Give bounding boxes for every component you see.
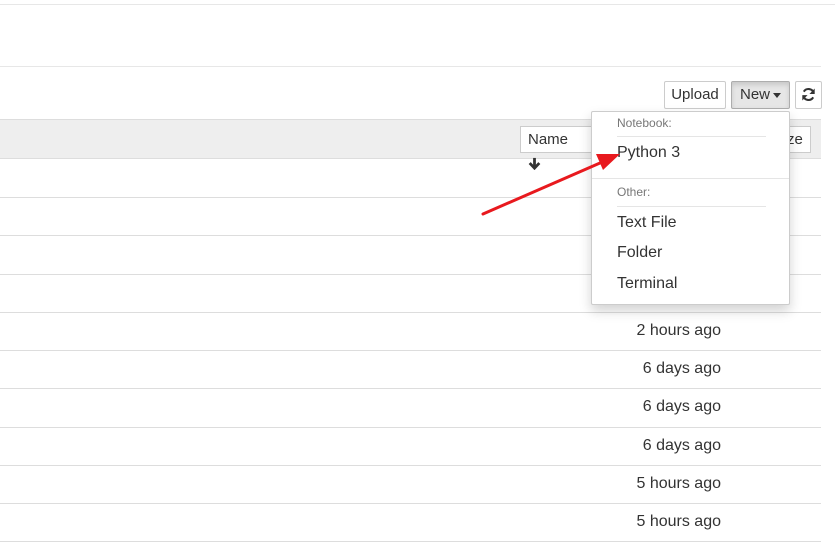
list-item[interactable]: 2 hours ago: [0, 313, 821, 351]
header-divider: [0, 66, 821, 67]
new-button[interactable]: New: [731, 81, 790, 109]
modified-time: 2 hours ago: [636, 322, 721, 339]
list-item[interactable]: 6 days ago: [0, 389, 821, 428]
modified-time: 6 days ago: [642, 398, 721, 415]
file-browser-page: Upload New Name ze 2 hours ago 6 days ag…: [0, 0, 835, 546]
upload-button[interactable]: Upload: [664, 81, 726, 109]
notebook-section-header: Notebook:: [617, 116, 672, 130]
modified-time: 6 days ago: [642, 437, 721, 454]
list-item[interactable]: 6 days ago: [0, 428, 821, 466]
sort-name-label: Name: [528, 131, 569, 148]
list-item[interactable]: 5 hours ago: [0, 504, 821, 542]
list-item[interactable]: 5 hours ago: [0, 466, 821, 504]
refresh-button[interactable]: [795, 81, 822, 109]
menu-divider: [592, 178, 789, 179]
modified-time: 5 hours ago: [636, 513, 721, 530]
caret-down-icon: [773, 92, 781, 98]
modified-time: 5 hours ago: [636, 475, 721, 492]
list-item[interactable]: 6 days ago: [0, 351, 821, 389]
new-text-file-item[interactable]: Text File: [617, 214, 677, 232]
new-terminal-item[interactable]: Terminal: [617, 275, 677, 293]
new-python3-notebook-item[interactable]: Python 3: [617, 144, 680, 162]
section-divider: [617, 206, 766, 207]
sort-by-name-button[interactable]: Name: [520, 126, 592, 171]
new-folder-item[interactable]: Folder: [617, 244, 662, 262]
modified-time: 6 days ago: [642, 360, 721, 377]
refresh-icon: [802, 87, 815, 101]
top-divider: [0, 4, 835, 5]
new-button-label: New: [739, 86, 770, 103]
section-divider: [617, 136, 766, 137]
other-section-header: Other:: [617, 185, 651, 199]
new-dropdown-menu: Notebook: Python 3 Other: Text File Fold…: [591, 111, 790, 305]
